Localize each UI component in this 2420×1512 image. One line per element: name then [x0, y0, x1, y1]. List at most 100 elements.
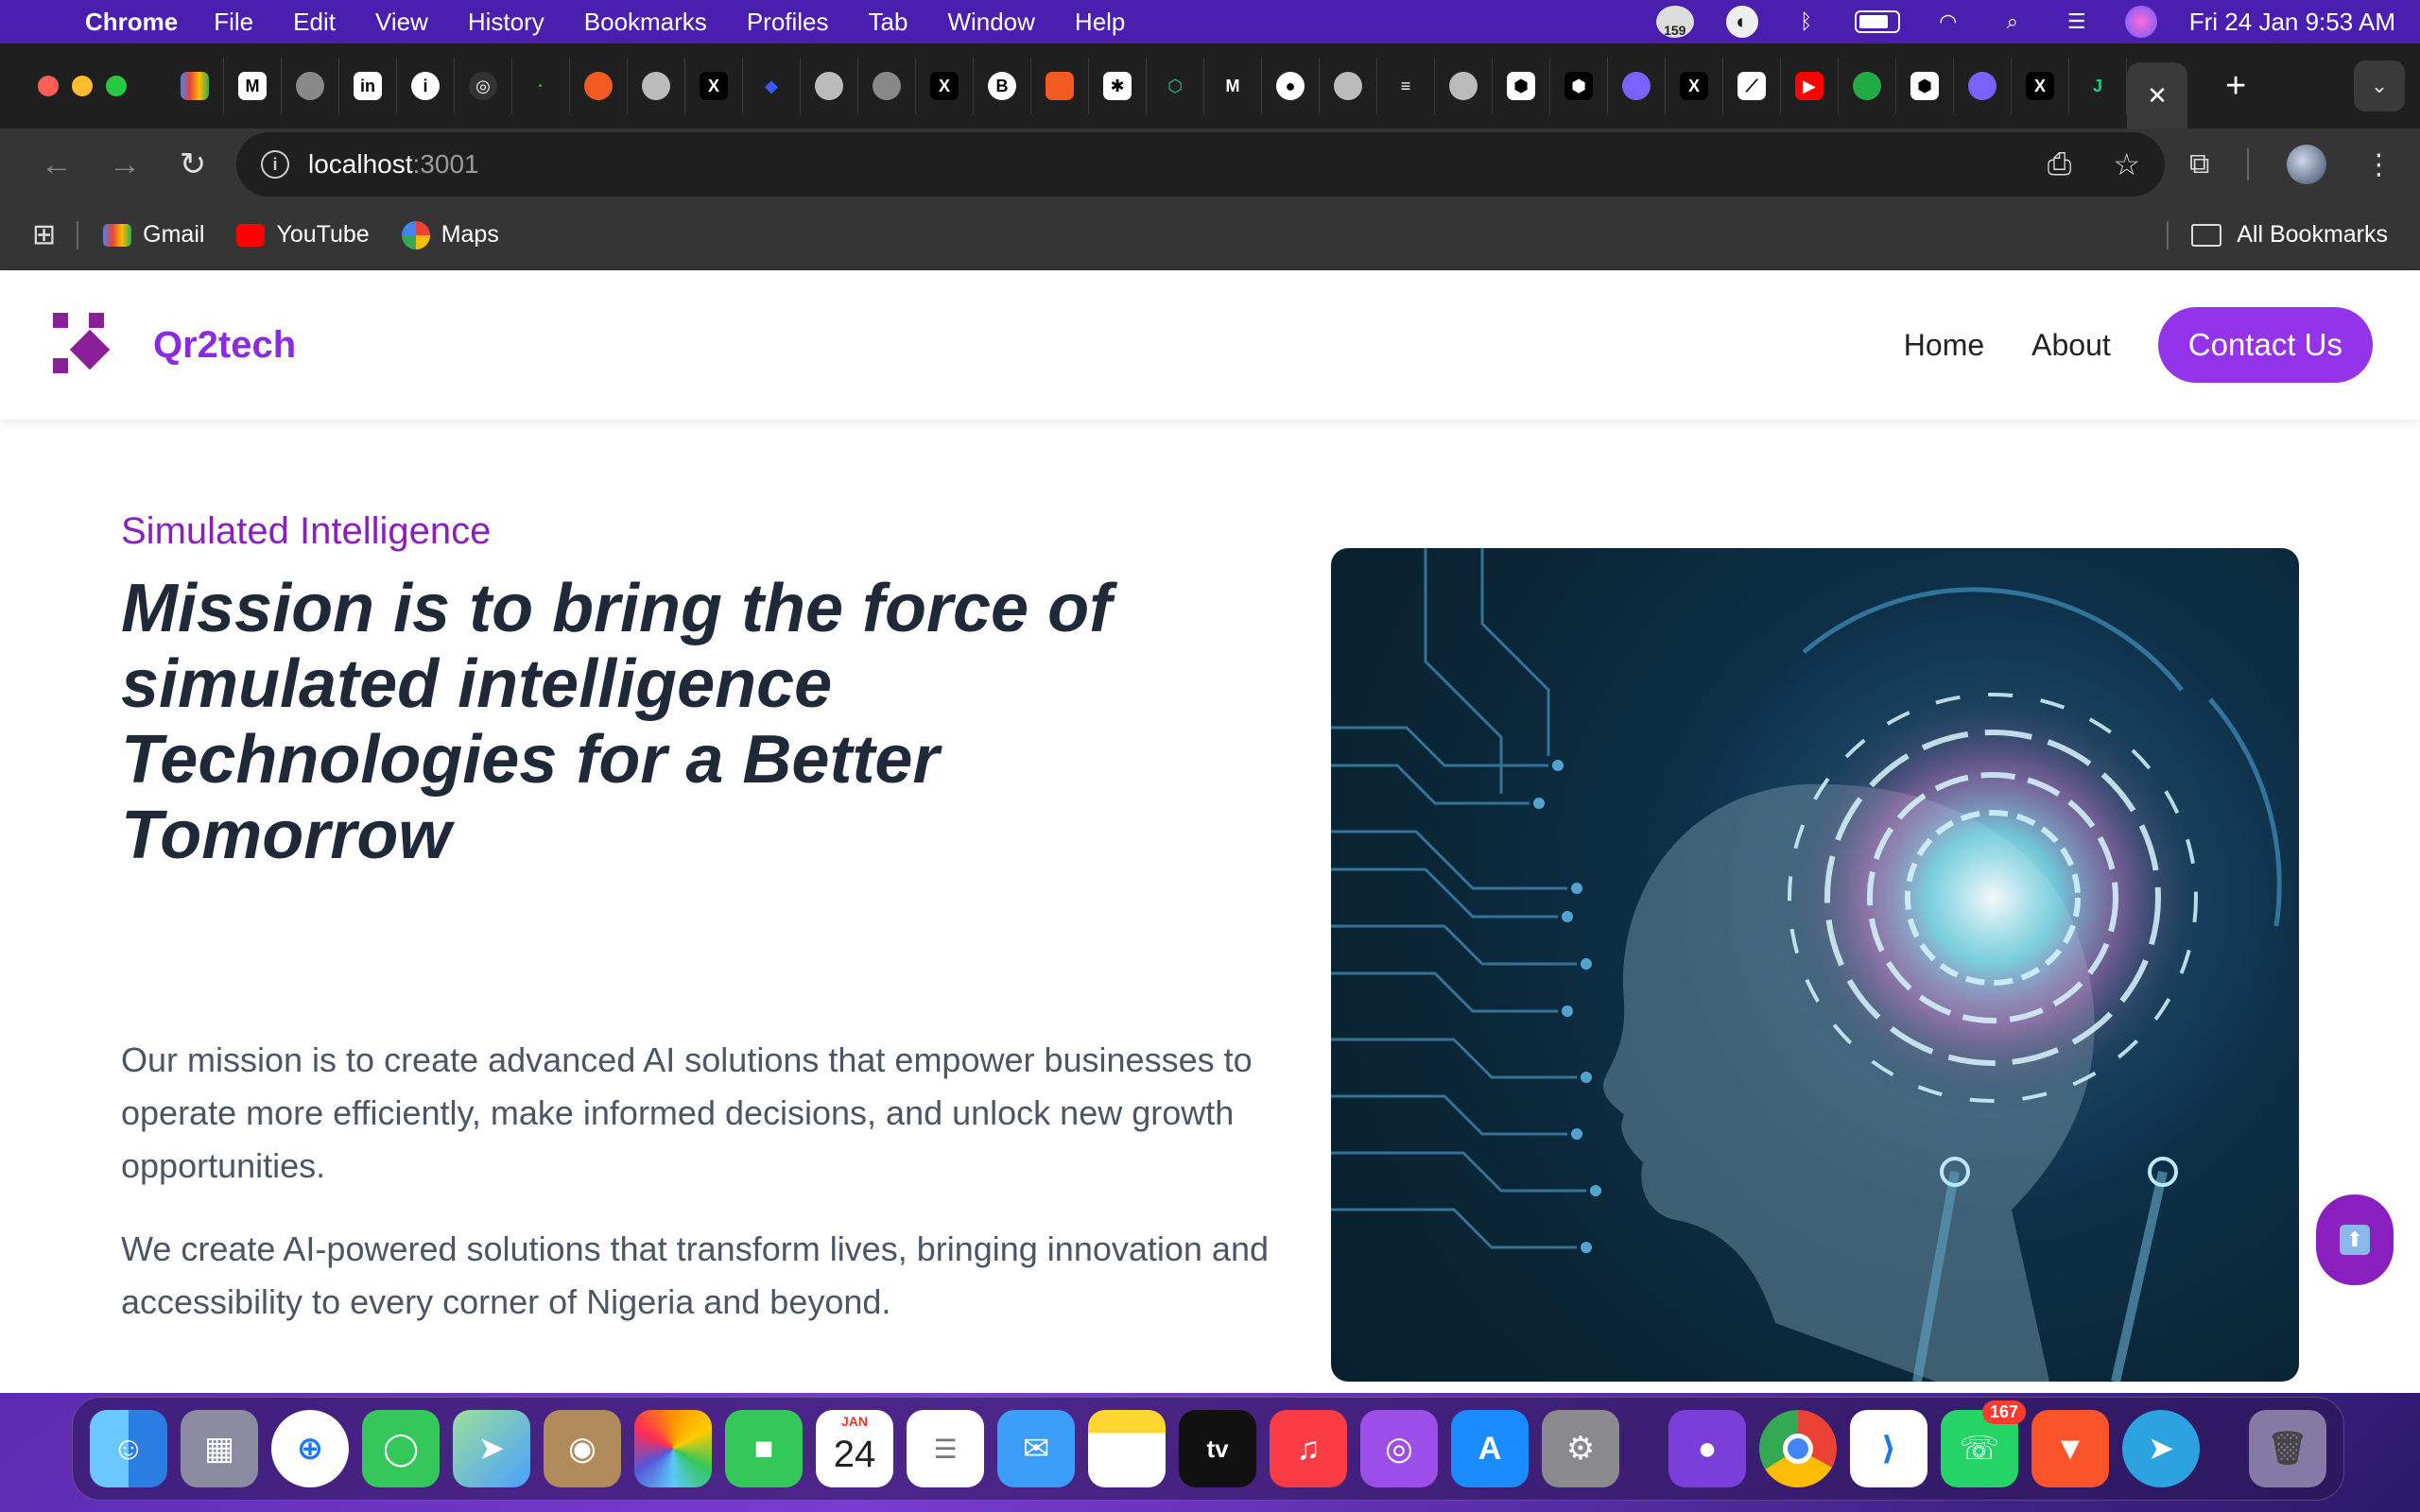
dock-vscode[interactable]: ⟩ [1850, 1410, 1927, 1487]
tab-link[interactable]: ⟋ [1723, 58, 1781, 114]
tab-diamond[interactable]: ◆ [743, 58, 801, 114]
install-app-icon[interactable]: ⎙ [2048, 146, 2072, 182]
tab-youtube[interactable]: ▶ [1781, 58, 1839, 114]
dock-chrome[interactable] [1759, 1410, 1837, 1487]
tab-search-button[interactable]: ⌄ [2354, 60, 2405, 112]
menu-bookmarks[interactable]: Bookmarks [584, 8, 707, 37]
tab-x-3[interactable]: X [1666, 58, 1723, 114]
tab-globe-3[interactable] [1320, 58, 1377, 114]
apps-grid-icon[interactable]: ⊞ [32, 218, 56, 251]
dock-tv[interactable]: tv [1179, 1410, 1256, 1487]
tab-info[interactable]: i [397, 58, 455, 114]
tab-cube-3[interactable]: ⬢ [1896, 58, 1954, 114]
dock-mail[interactable]: ✉ [997, 1410, 1075, 1487]
tab-purple-app-2[interactable] [1954, 58, 2012, 114]
tab-x-2[interactable]: X [916, 58, 974, 114]
chrome-menu-icon[interactable]: ⋮ [2364, 148, 2393, 181]
tab-github[interactable]: ● [1262, 58, 1320, 114]
dock-whatsapp[interactable]: ☏ 167 [1941, 1400, 2026, 1487]
dock-calendar[interactable]: JAN 24 [816, 1410, 893, 1487]
tab-medium[interactable]: M [224, 58, 282, 114]
tab-badge-382[interactable] [282, 58, 339, 114]
dock-podcasts[interactable]: ◎ [1360, 1410, 1438, 1487]
back-button[interactable]: ← [23, 146, 91, 183]
tab-orange[interactable] [570, 58, 628, 114]
forward-button[interactable]: → [91, 146, 159, 183]
dock-trash[interactable]: 🗑 [2249, 1410, 2326, 1487]
dock-contacts[interactable]: ◉ [544, 1410, 621, 1487]
brand-name[interactable]: Qr2tech [153, 324, 296, 367]
dock-maps[interactable]: ➤ [453, 1410, 530, 1487]
tab-x-1[interactable]: X [685, 58, 743, 114]
dock-music[interactable]: ♫ [1270, 1410, 1347, 1487]
new-tab-button[interactable]: + [2225, 66, 2246, 107]
active-tab[interactable]: ✕ [2127, 62, 2187, 129]
wifi-icon[interactable]: ◠ [1932, 6, 1964, 38]
menubar-extra-badge-icon[interactable]: 159 [1655, 6, 1694, 38]
nav-about[interactable]: About [2031, 328, 2111, 363]
tab-medium-2[interactable]: M [1204, 58, 1262, 114]
control-center-icon[interactable]: ☰ [2061, 6, 2093, 38]
dock-notes[interactable] [1088, 1410, 1166, 1487]
bookmark-youtube[interactable]: YouTube [236, 221, 370, 249]
tab-linkedin[interactable]: in [339, 58, 397, 114]
tab-gmail[interactable] [166, 58, 224, 114]
profile-avatar[interactable] [2287, 145, 2327, 184]
bluetooth-icon[interactable]: ᛒ [1790, 6, 1823, 38]
dock-messages[interactable]: ◯ [362, 1410, 440, 1487]
dock-telegram[interactable]: ➤ [2122, 1410, 2200, 1487]
menu-window[interactable]: Window [947, 8, 1034, 37]
bookmark-maps[interactable]: Maps [401, 220, 499, 249]
dock-safari[interactable]: ⊕ [271, 1410, 349, 1487]
spotlight-search-icon[interactable]: ⌕ [1996, 6, 2029, 38]
nav-home[interactable]: Home [1904, 328, 1984, 363]
tab-green-j[interactable]: J [2069, 58, 2127, 114]
reload-button[interactable]: ↻ [159, 146, 227, 183]
contact-us-button[interactable]: Contact Us [2157, 307, 2373, 383]
scroll-to-top-button[interactable]: ⬆ [2316, 1194, 2394, 1285]
menu-tab[interactable]: Tab [869, 8, 908, 37]
dock-reminders[interactable]: ☰ [907, 1410, 984, 1487]
bookmark-star-icon[interactable]: ☆ [2113, 146, 2140, 182]
address-bar[interactable]: i localhost:3001 ⎙ ☆ [236, 132, 2165, 197]
tab-figure[interactable] [1839, 58, 1896, 114]
tab-globe-2[interactable] [801, 58, 858, 114]
battery-icon[interactable] [1854, 10, 1900, 33]
dock-app-store[interactable]: A [1451, 1410, 1529, 1487]
menu-help[interactable]: Help [1075, 8, 1125, 37]
tab-globe-1[interactable] [628, 58, 685, 114]
menubar-app-icon[interactable]: ◐ [1725, 6, 1758, 38]
dock-brave[interactable]: ▼ [2031, 1410, 2109, 1487]
all-bookmarks[interactable]: All Bookmarks [2167, 220, 2388, 249]
menu-file[interactable]: File [214, 8, 253, 37]
site-info-icon[interactable]: i [261, 150, 289, 179]
tab-bitcoin[interactable]: B [974, 58, 1031, 114]
tab-globe-4[interactable] [1435, 58, 1493, 114]
siri-icon[interactable] [2124, 6, 2157, 38]
tab-cube-2[interactable]: ⬢ [1550, 58, 1608, 114]
close-window-button[interactable] [38, 76, 59, 96]
dock-system-settings[interactable]: ⚙ [1542, 1410, 1619, 1487]
menu-app-chrome[interactable]: Chrome [85, 8, 178, 37]
dock-launchpad[interactable]: ▦ [181, 1410, 258, 1487]
menu-history[interactable]: History [468, 8, 544, 37]
close-tab-icon[interactable]: ✕ [2147, 81, 2168, 111]
tab-badge-382-b[interactable] [858, 58, 916, 114]
menu-edit[interactable]: Edit [293, 8, 336, 37]
minimize-window-button[interactable] [72, 76, 93, 96]
zoom-window-button[interactable] [106, 76, 127, 96]
dock-facetime[interactable]: ■ [725, 1410, 803, 1487]
tab-openai[interactable]: ◎ [455, 58, 512, 114]
brand-logo-icon[interactable] [47, 309, 113, 381]
tab-cube-1[interactable]: ⬢ [1493, 58, 1550, 114]
menu-view[interactable]: View [375, 8, 428, 37]
bookmark-gmail[interactable]: Gmail [103, 221, 204, 249]
dock-finder[interactable]: ☺ [90, 1410, 167, 1487]
tab-bird[interactable] [1031, 58, 1089, 114]
extensions-icon[interactable]: ⧉ [2189, 148, 2209, 180]
dock-github-desktop[interactable]: ● [1668, 1410, 1746, 1487]
tab-purple-app[interactable] [1608, 58, 1666, 114]
menu-profiles[interactable]: Profiles [747, 8, 829, 37]
menubar-clock[interactable]: Fri 24 Jan 9:53 AM [2189, 8, 2395, 37]
tab-green-hex[interactable]: ⬡ [1147, 58, 1204, 114]
